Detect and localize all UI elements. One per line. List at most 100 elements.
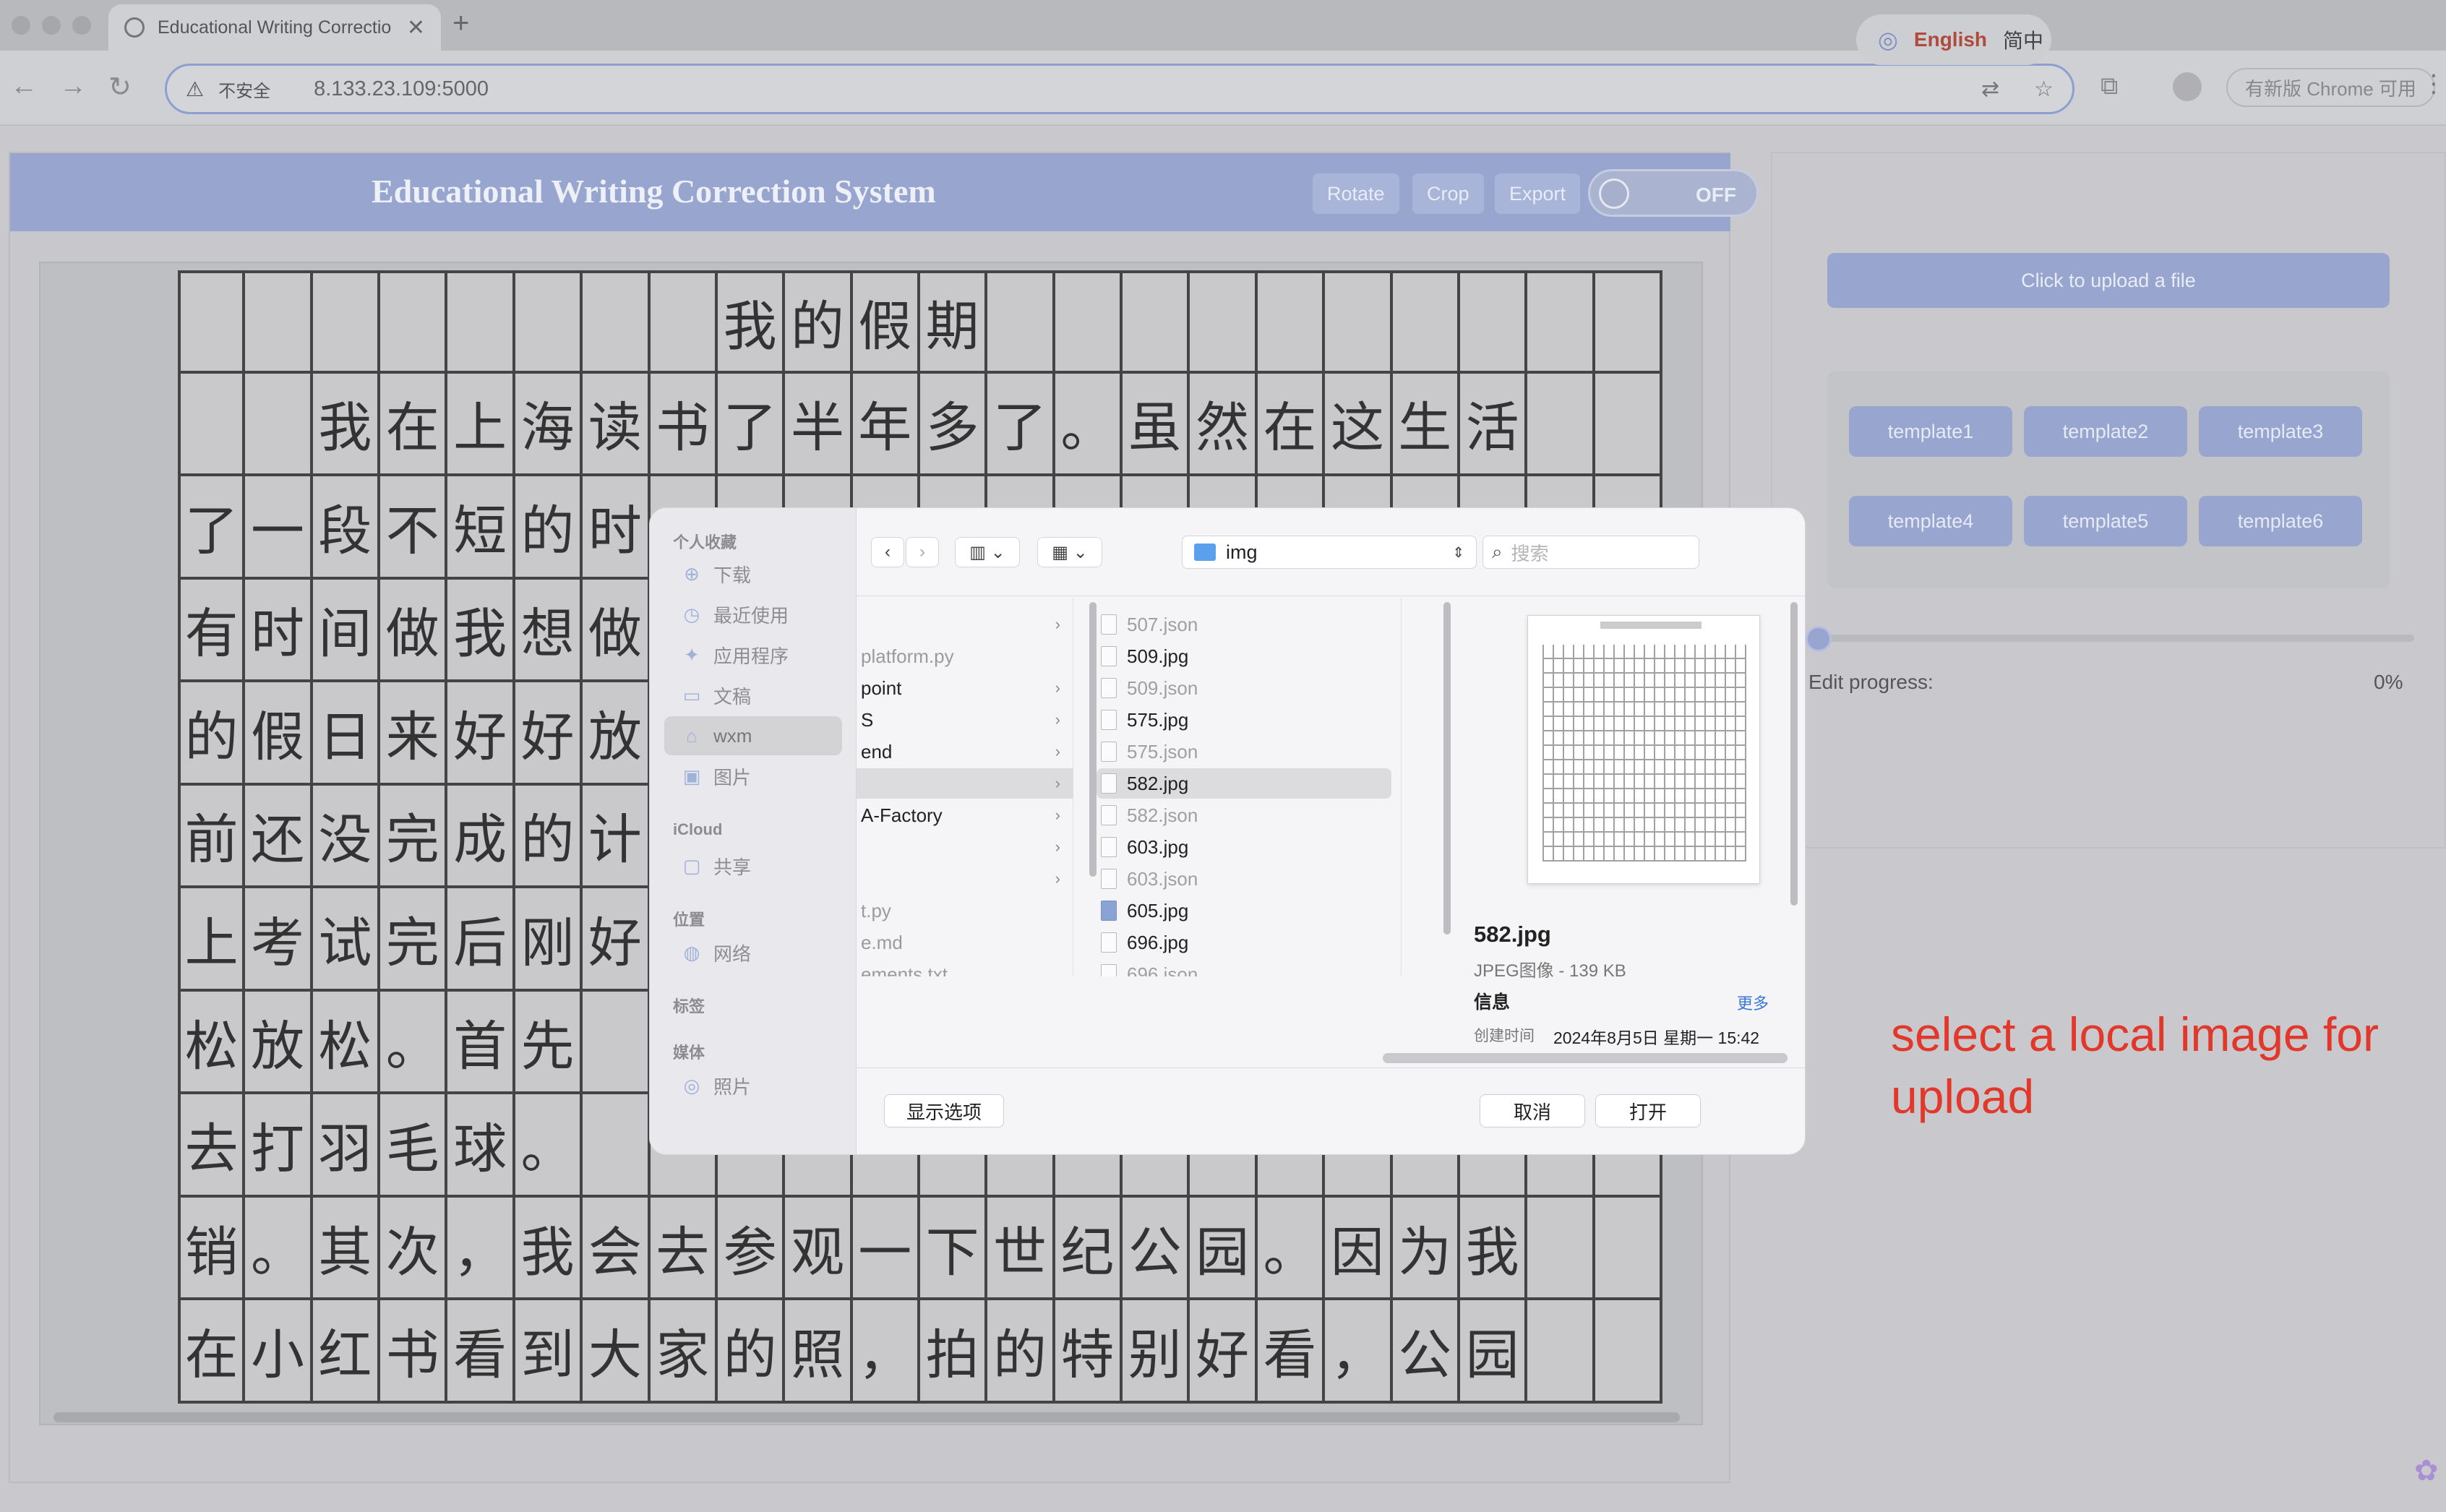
sidebar-item-document[interactable]: ▭ 文稿: [664, 676, 842, 715]
list-item[interactable]: ements.txt: [857, 959, 1073, 977]
file-row[interactable]: 507.json: [1097, 609, 1401, 640]
group-view-button[interactable]: ▦ ⌄: [1037, 537, 1102, 567]
list-item[interactable]: platform.py: [857, 641, 1073, 671]
sidebar-item-home[interactable]: ⌂ wxm: [664, 716, 842, 755]
sidebar-item-shared-folder[interactable]: ▢ 共享: [664, 846, 842, 885]
template6-button[interactable]: template6: [2199, 496, 2362, 546]
export-button[interactable]: Export: [1495, 173, 1581, 214]
network-icon: ◍: [683, 941, 700, 963]
horizontal-scrollbar[interactable]: [1383, 1053, 1788, 1063]
list-item[interactable]: S ›: [857, 705, 1073, 735]
list-item-label: end: [861, 740, 893, 763]
forward-button[interactable]: →: [59, 71, 87, 102]
file-row[interactable]: 603.json: [1097, 864, 1401, 894]
search-input[interactable]: ⌕ 搜索: [1482, 536, 1699, 569]
rotate-button[interactable]: Rotate: [1313, 173, 1399, 214]
template1-button[interactable]: template1: [1849, 406, 2012, 457]
address-bar[interactable]: ⚠ 不安全 8.133.23.109:5000 ⇄ ☆: [165, 64, 2074, 114]
extensions-icon[interactable]: ⧉: [2100, 72, 2118, 100]
sidebar-item-download[interactable]: ⊕ 下载: [664, 554, 842, 593]
template5-button[interactable]: template5: [2024, 496, 2187, 546]
template-group: template1 template2 template3 template4 …: [1827, 371, 2390, 588]
language-chinese[interactable]: 简中: [2003, 25, 2043, 54]
list-item[interactable]: e.md: [857, 927, 1073, 958]
open-button[interactable]: 打开: [1595, 1094, 1701, 1127]
window-close-button[interactable]: [12, 16, 30, 35]
essay-cell: 。: [1257, 1197, 1326, 1301]
browser-tab[interactable]: Educational Writing Correctio ✕: [108, 4, 441, 51]
upload-file-button[interactable]: Click to upload a file: [1827, 253, 2390, 308]
column2-scrollbar[interactable]: [1443, 602, 1451, 935]
bookmark-star-icon[interactable]: ☆: [2034, 77, 2054, 102]
nav-back-button[interactable]: ‹: [871, 537, 904, 567]
sidebar-item-network[interactable]: ◍ 网络: [664, 933, 842, 972]
file-row[interactable]: 509.jpg: [1097, 641, 1401, 671]
sidebar-item-apps[interactable]: ✦ 应用程序: [664, 635, 842, 674]
essay-cell: 因: [1325, 1197, 1393, 1301]
preview-scrollbar[interactable]: [1790, 602, 1798, 906]
file-row[interactable]: 605.jpg: [1097, 895, 1401, 926]
assistant-icon[interactable]: ✿: [2414, 1454, 2439, 1487]
cancel-button[interactable]: 取消: [1480, 1094, 1585, 1127]
horizontal-scrollbar[interactable]: [53, 1412, 1680, 1422]
list-item[interactable]: point ›: [857, 673, 1073, 703]
file-name: 582.jpg: [1127, 772, 1189, 794]
file-row[interactable]: 696.json: [1097, 959, 1401, 976]
back-button[interactable]: ←: [10, 71, 38, 102]
template4-button[interactable]: template4: [1849, 496, 2012, 546]
close-tab-icon[interactable]: ✕: [407, 15, 425, 40]
menu-kebab-icon[interactable]: ⋮: [2421, 69, 2446, 98]
window-zoom-button[interactable]: [72, 16, 91, 35]
new-tab-button[interactable]: +: [452, 7, 469, 40]
file-row[interactable]: 603.jpg: [1097, 832, 1401, 862]
more-link[interactable]: 更多: [1737, 991, 1769, 1014]
essay-cell: 了: [178, 476, 246, 580]
essay-cell: 看: [1257, 1300, 1326, 1404]
edit-progress-slider[interactable]: [1806, 626, 2414, 652]
show-options-button[interactable]: 显示选项: [884, 1094, 1004, 1127]
essay-cell: 松: [178, 991, 246, 1095]
file-row[interactable]: 582.json: [1097, 800, 1401, 830]
file-row[interactable]: 575.json: [1097, 736, 1401, 767]
location-dropdown[interactable]: img ⇕: [1182, 536, 1477, 569]
file-row[interactable]: 696.jpg: [1097, 927, 1401, 958]
language-english[interactable]: English: [1914, 28, 1987, 51]
list-item[interactable]: ›: [857, 768, 1073, 799]
essay-cell: 我: [717, 270, 786, 374]
reload-button[interactable]: ↻: [108, 71, 132, 103]
update-chrome-button[interactable]: 有新版 Chrome 可用: [2226, 68, 2435, 107]
file-row[interactable]: 582.jpg: [1097, 768, 1391, 799]
mode-toggle[interactable]: OFF: [1588, 169, 1759, 217]
list-item[interactable]: t.py: [857, 895, 1073, 926]
avatar[interactable]: [2173, 72, 2202, 101]
column-view-button[interactable]: ▥ ⌄: [955, 537, 1020, 567]
list-item[interactable]: A-Factory ›: [857, 800, 1073, 830]
essay-cell: 毛: [380, 1094, 448, 1198]
essay-cell: [1595, 1197, 1662, 1301]
nav-forward-button[interactable]: ›: [906, 537, 939, 567]
template3-button[interactable]: template3: [2199, 406, 2362, 457]
list-item[interactable]: ›: [857, 609, 1073, 640]
sidebar-item-camera[interactable]: ◎ 照片: [664, 1066, 842, 1105]
sidebar-item-label: 应用程序: [713, 645, 789, 667]
essay-cell: 好: [1190, 1300, 1258, 1404]
sidebar-item-label: 图片: [713, 766, 752, 789]
crop-button[interactable]: Crop: [1412, 173, 1484, 214]
essay-cell: 在: [178, 1300, 246, 1404]
essay-cell: 做: [380, 579, 448, 683]
file-row[interactable]: 509.json: [1097, 673, 1401, 703]
file-preview-thumbnail: [1527, 615, 1760, 884]
sidebar-item-clock[interactable]: ◷ 最近使用: [664, 595, 842, 634]
sidebar-item-pictures[interactable]: ▣ 图片: [664, 757, 842, 796]
sidebar-item-label: 文稿: [713, 685, 752, 708]
slider-thumb[interactable]: [1806, 626, 1832, 652]
template2-button[interactable]: template2: [2024, 406, 2187, 457]
locations-header: 位置: [673, 911, 705, 929]
translate-icon[interactable]: ⇄: [1981, 77, 1999, 102]
file-row[interactable]: 575.jpg: [1097, 705, 1401, 735]
list-item[interactable]: ›: [857, 864, 1073, 894]
progress-value: 0%: [2374, 671, 2403, 693]
list-item[interactable]: ›: [857, 832, 1073, 862]
list-item[interactable]: end ›: [857, 736, 1073, 767]
window-minimize-button[interactable]: [42, 16, 61, 35]
